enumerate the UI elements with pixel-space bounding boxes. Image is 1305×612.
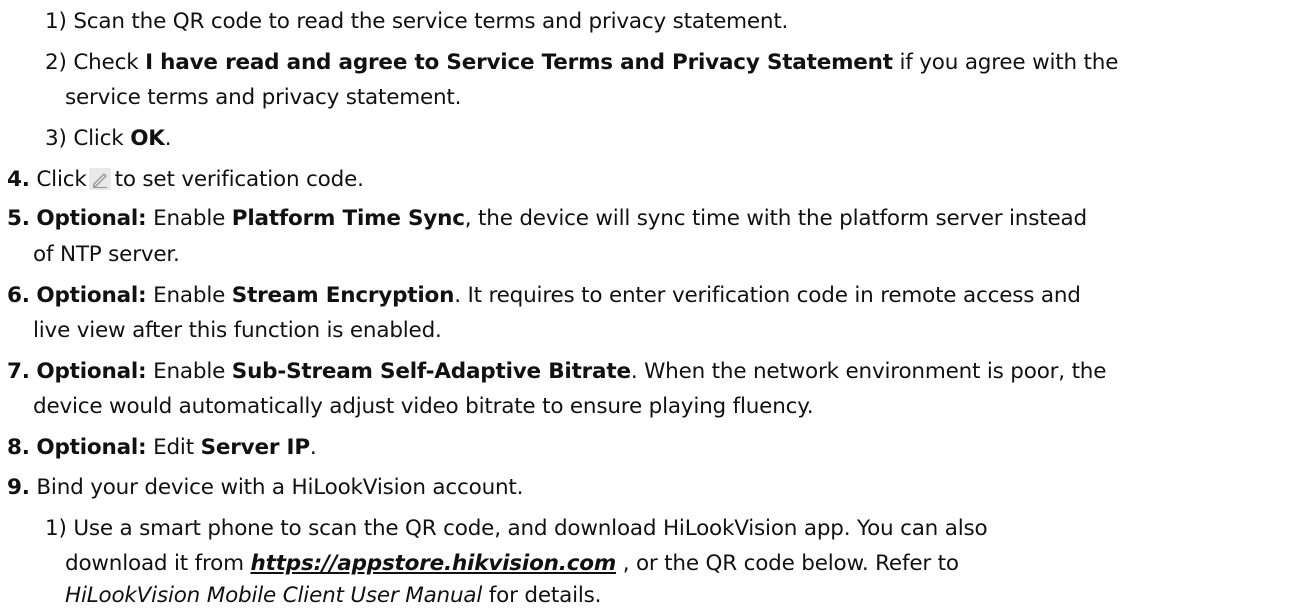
step-7-continuation: device would automatically adjust video … xyxy=(33,394,814,419)
step-5-continuation: of NTP server. xyxy=(33,242,180,267)
step-text: Edit xyxy=(153,435,194,460)
manual-page: 1) Scan the QR code to read the service … xyxy=(0,0,1305,612)
substep-text: Use a smart phone to scan the QR code, a… xyxy=(73,516,988,541)
platform-time-sync-label: Platform Time Sync xyxy=(231,206,465,231)
appstore-link[interactable]: https://appstore.hikvision.com xyxy=(251,551,617,576)
substep-number: 1) xyxy=(45,9,67,34)
step-number: 6. xyxy=(7,283,30,308)
substep-text: Click xyxy=(73,126,124,151)
step-text: Enable xyxy=(153,283,226,308)
substep-text: for details. xyxy=(488,583,602,608)
substep-text: Scan the QR code to read the service ter… xyxy=(73,9,789,34)
substep-3-click-ok: 3) Click OK. xyxy=(45,123,172,155)
substep-2-continuation: service terms and privacy statement. xyxy=(65,85,462,110)
step-number: 5. xyxy=(7,206,30,231)
substep-9-1: 1) Use a smart phone to scan the QR code… xyxy=(45,513,988,545)
agree-checkbox-label: I have read and agree to Service Terms a… xyxy=(145,50,893,75)
step-7: 7. Optional: Enable Sub-Stream Self-Adap… xyxy=(7,356,1106,388)
step-5: 5. Optional: Enable Platform Time Sync, … xyxy=(7,203,1087,235)
substep-text: if you agree with the xyxy=(899,50,1119,75)
step-text: . xyxy=(309,435,317,460)
substep-number: 3) xyxy=(45,126,67,151)
optional-label: Optional: xyxy=(36,206,147,231)
step-number: 9. xyxy=(7,475,30,500)
step-text: Click xyxy=(36,167,87,192)
step-text: to set verification code. xyxy=(114,167,364,192)
optional-label: Optional: xyxy=(36,435,147,460)
stream-encryption-label: Stream Encryption xyxy=(231,283,455,308)
substep-text: Check xyxy=(73,50,139,75)
step-8: 8. Optional: Edit Server IP. xyxy=(7,432,317,464)
step-text: Enable xyxy=(153,359,226,384)
step-text: . It requires to enter verification code… xyxy=(454,283,1081,308)
step-number: 4. xyxy=(7,167,30,192)
substep-text: , or the QR code below. Refer to xyxy=(622,551,959,576)
edit-pencil-icon xyxy=(88,168,111,190)
substep-text: . xyxy=(164,126,172,151)
step-number: 7. xyxy=(7,359,30,384)
step-4: 4. Click to set verification code. xyxy=(7,164,364,196)
substep-9-1-line2: download it from https://appstore.hikvis… xyxy=(65,548,959,580)
substep-number: 1) xyxy=(45,516,67,541)
substep-2-check: 2) Check I have read and agree to Servic… xyxy=(45,47,1118,79)
step-6: 6. Optional: Enable Stream Encryption. I… xyxy=(7,280,1081,312)
substep-1-scan: 1) Scan the QR code to read the service … xyxy=(45,6,788,38)
step-text: . When the network environment is poor, … xyxy=(630,359,1107,384)
step-text: Bind your device with a HiLookVision acc… xyxy=(36,475,524,500)
optional-label: Optional: xyxy=(36,359,147,384)
step-text: , the device will sync time with the pla… xyxy=(464,206,1087,231)
manual-title: HiLookVision Mobile Client User Manual xyxy=(65,583,483,608)
optional-label: Optional: xyxy=(36,283,147,308)
ok-label: OK xyxy=(130,126,165,151)
step-number: 8. xyxy=(7,435,30,460)
step-9: 9. Bind your device with a HiLookVision … xyxy=(7,472,523,504)
sub-stream-bitrate-label: Sub-Stream Self-Adaptive Bitrate xyxy=(231,359,631,384)
server-ip-label: Server IP xyxy=(200,435,311,460)
substep-number: 2) xyxy=(45,50,67,75)
substep-text: download it from xyxy=(65,551,244,576)
step-6-continuation: live view after this function is enabled… xyxy=(33,318,442,343)
step-text: Enable xyxy=(153,206,226,231)
substep-9-1-line3: HiLookVision Mobile Client User Manual f… xyxy=(65,580,601,612)
